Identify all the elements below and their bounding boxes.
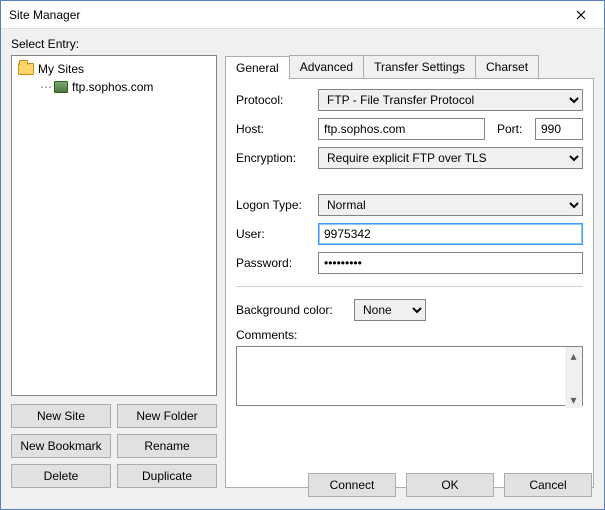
- encryption-select[interactable]: Require explicit FTP over TLS: [318, 147, 583, 169]
- delete-button[interactable]: Delete: [11, 464, 111, 488]
- select-entry-label: Select Entry:: [11, 37, 594, 51]
- tab-strip: General Advanced Transfer Settings Chars…: [225, 55, 594, 78]
- background-color-select[interactable]: None: [354, 299, 426, 321]
- dialog-footer-buttons: Connect OK Cancel: [308, 473, 592, 497]
- password-input[interactable]: [318, 252, 583, 274]
- tree-site-label: ftp.sophos.com: [72, 80, 153, 94]
- dialog-body: Select Entry: My Sites ⋯ ftp.sophos.com …: [1, 29, 604, 498]
- protocol-label: Protocol:: [236, 93, 312, 107]
- new-site-button[interactable]: New Site: [11, 404, 111, 428]
- tab-panel-general: Protocol: FTP - File Transfer Protocol H…: [225, 78, 594, 488]
- user-label: User:: [236, 227, 312, 241]
- tab-transfer-settings[interactable]: Transfer Settings: [363, 55, 476, 78]
- spacer: [236, 176, 583, 194]
- encryption-label: Encryption:: [236, 151, 312, 165]
- close-icon: [576, 10, 586, 20]
- comments-textarea[interactable]: [236, 346, 583, 406]
- scroll-up-icon[interactable]: ▴: [565, 347, 582, 364]
- left-column: My Sites ⋯ ftp.sophos.com New Site New F…: [11, 55, 217, 488]
- row-encryption: Encryption: Require explicit FTP over TL…: [236, 147, 583, 169]
- tab-charset[interactable]: Charset: [475, 55, 539, 78]
- comments-label: Comments:: [236, 328, 583, 342]
- background-color-label: Background color:: [236, 303, 348, 317]
- tree-root[interactable]: My Sites: [18, 60, 210, 78]
- row-comments: Comments: ▴ ▾: [236, 328, 583, 409]
- ok-button[interactable]: OK: [406, 473, 494, 497]
- tree-site-item[interactable]: ⋯ ftp.sophos.com: [18, 78, 210, 96]
- close-button[interactable]: [558, 1, 604, 29]
- rename-button[interactable]: Rename: [117, 434, 217, 458]
- connect-button[interactable]: Connect: [308, 473, 396, 497]
- site-manager-window: Site Manager Select Entry: My Sites ⋯ ft…: [0, 0, 605, 510]
- row-user: User:: [236, 223, 583, 245]
- protocol-select[interactable]: FTP - File Transfer Protocol: [318, 89, 583, 111]
- server-icon: [54, 81, 68, 93]
- host-label: Host:: [236, 122, 312, 136]
- password-label: Password:: [236, 256, 312, 270]
- new-bookmark-button[interactable]: New Bookmark: [11, 434, 111, 458]
- logon-type-label: Logon Type:: [236, 198, 312, 212]
- scroll-down-icon[interactable]: ▾: [565, 391, 582, 408]
- right-column: General Advanced Transfer Settings Chars…: [225, 55, 594, 488]
- cancel-button[interactable]: Cancel: [504, 473, 592, 497]
- row-protocol: Protocol: FTP - File Transfer Protocol: [236, 89, 583, 111]
- row-password: Password:: [236, 252, 583, 274]
- duplicate-button[interactable]: Duplicate: [117, 464, 217, 488]
- site-tree[interactable]: My Sites ⋯ ftp.sophos.com: [11, 55, 217, 396]
- row-logon-type: Logon Type: Normal: [236, 194, 583, 216]
- comments-scrollbar[interactable]: ▴ ▾: [565, 347, 582, 408]
- port-label: Port:: [497, 122, 529, 136]
- folder-icon: [18, 63, 34, 75]
- port-input[interactable]: [535, 118, 583, 140]
- titlebar: Site Manager: [1, 1, 604, 29]
- tab-advanced[interactable]: Advanced: [289, 55, 364, 78]
- section-separator: [236, 286, 583, 287]
- entry-buttons: New Site New Folder New Bookmark Rename …: [11, 404, 217, 488]
- host-input[interactable]: [318, 118, 485, 140]
- tab-general[interactable]: General: [225, 56, 290, 79]
- logon-type-select[interactable]: Normal: [318, 194, 583, 216]
- row-host: Host: Port:: [236, 118, 583, 140]
- tree-connector-icon: ⋯: [40, 80, 50, 94]
- tree-root-label: My Sites: [38, 62, 84, 76]
- user-input[interactable]: [318, 223, 583, 245]
- main-layout: My Sites ⋯ ftp.sophos.com New Site New F…: [11, 55, 594, 488]
- row-background-color: Background color: None: [236, 299, 583, 321]
- window-title: Site Manager: [9, 8, 558, 22]
- new-folder-button[interactable]: New Folder: [117, 404, 217, 428]
